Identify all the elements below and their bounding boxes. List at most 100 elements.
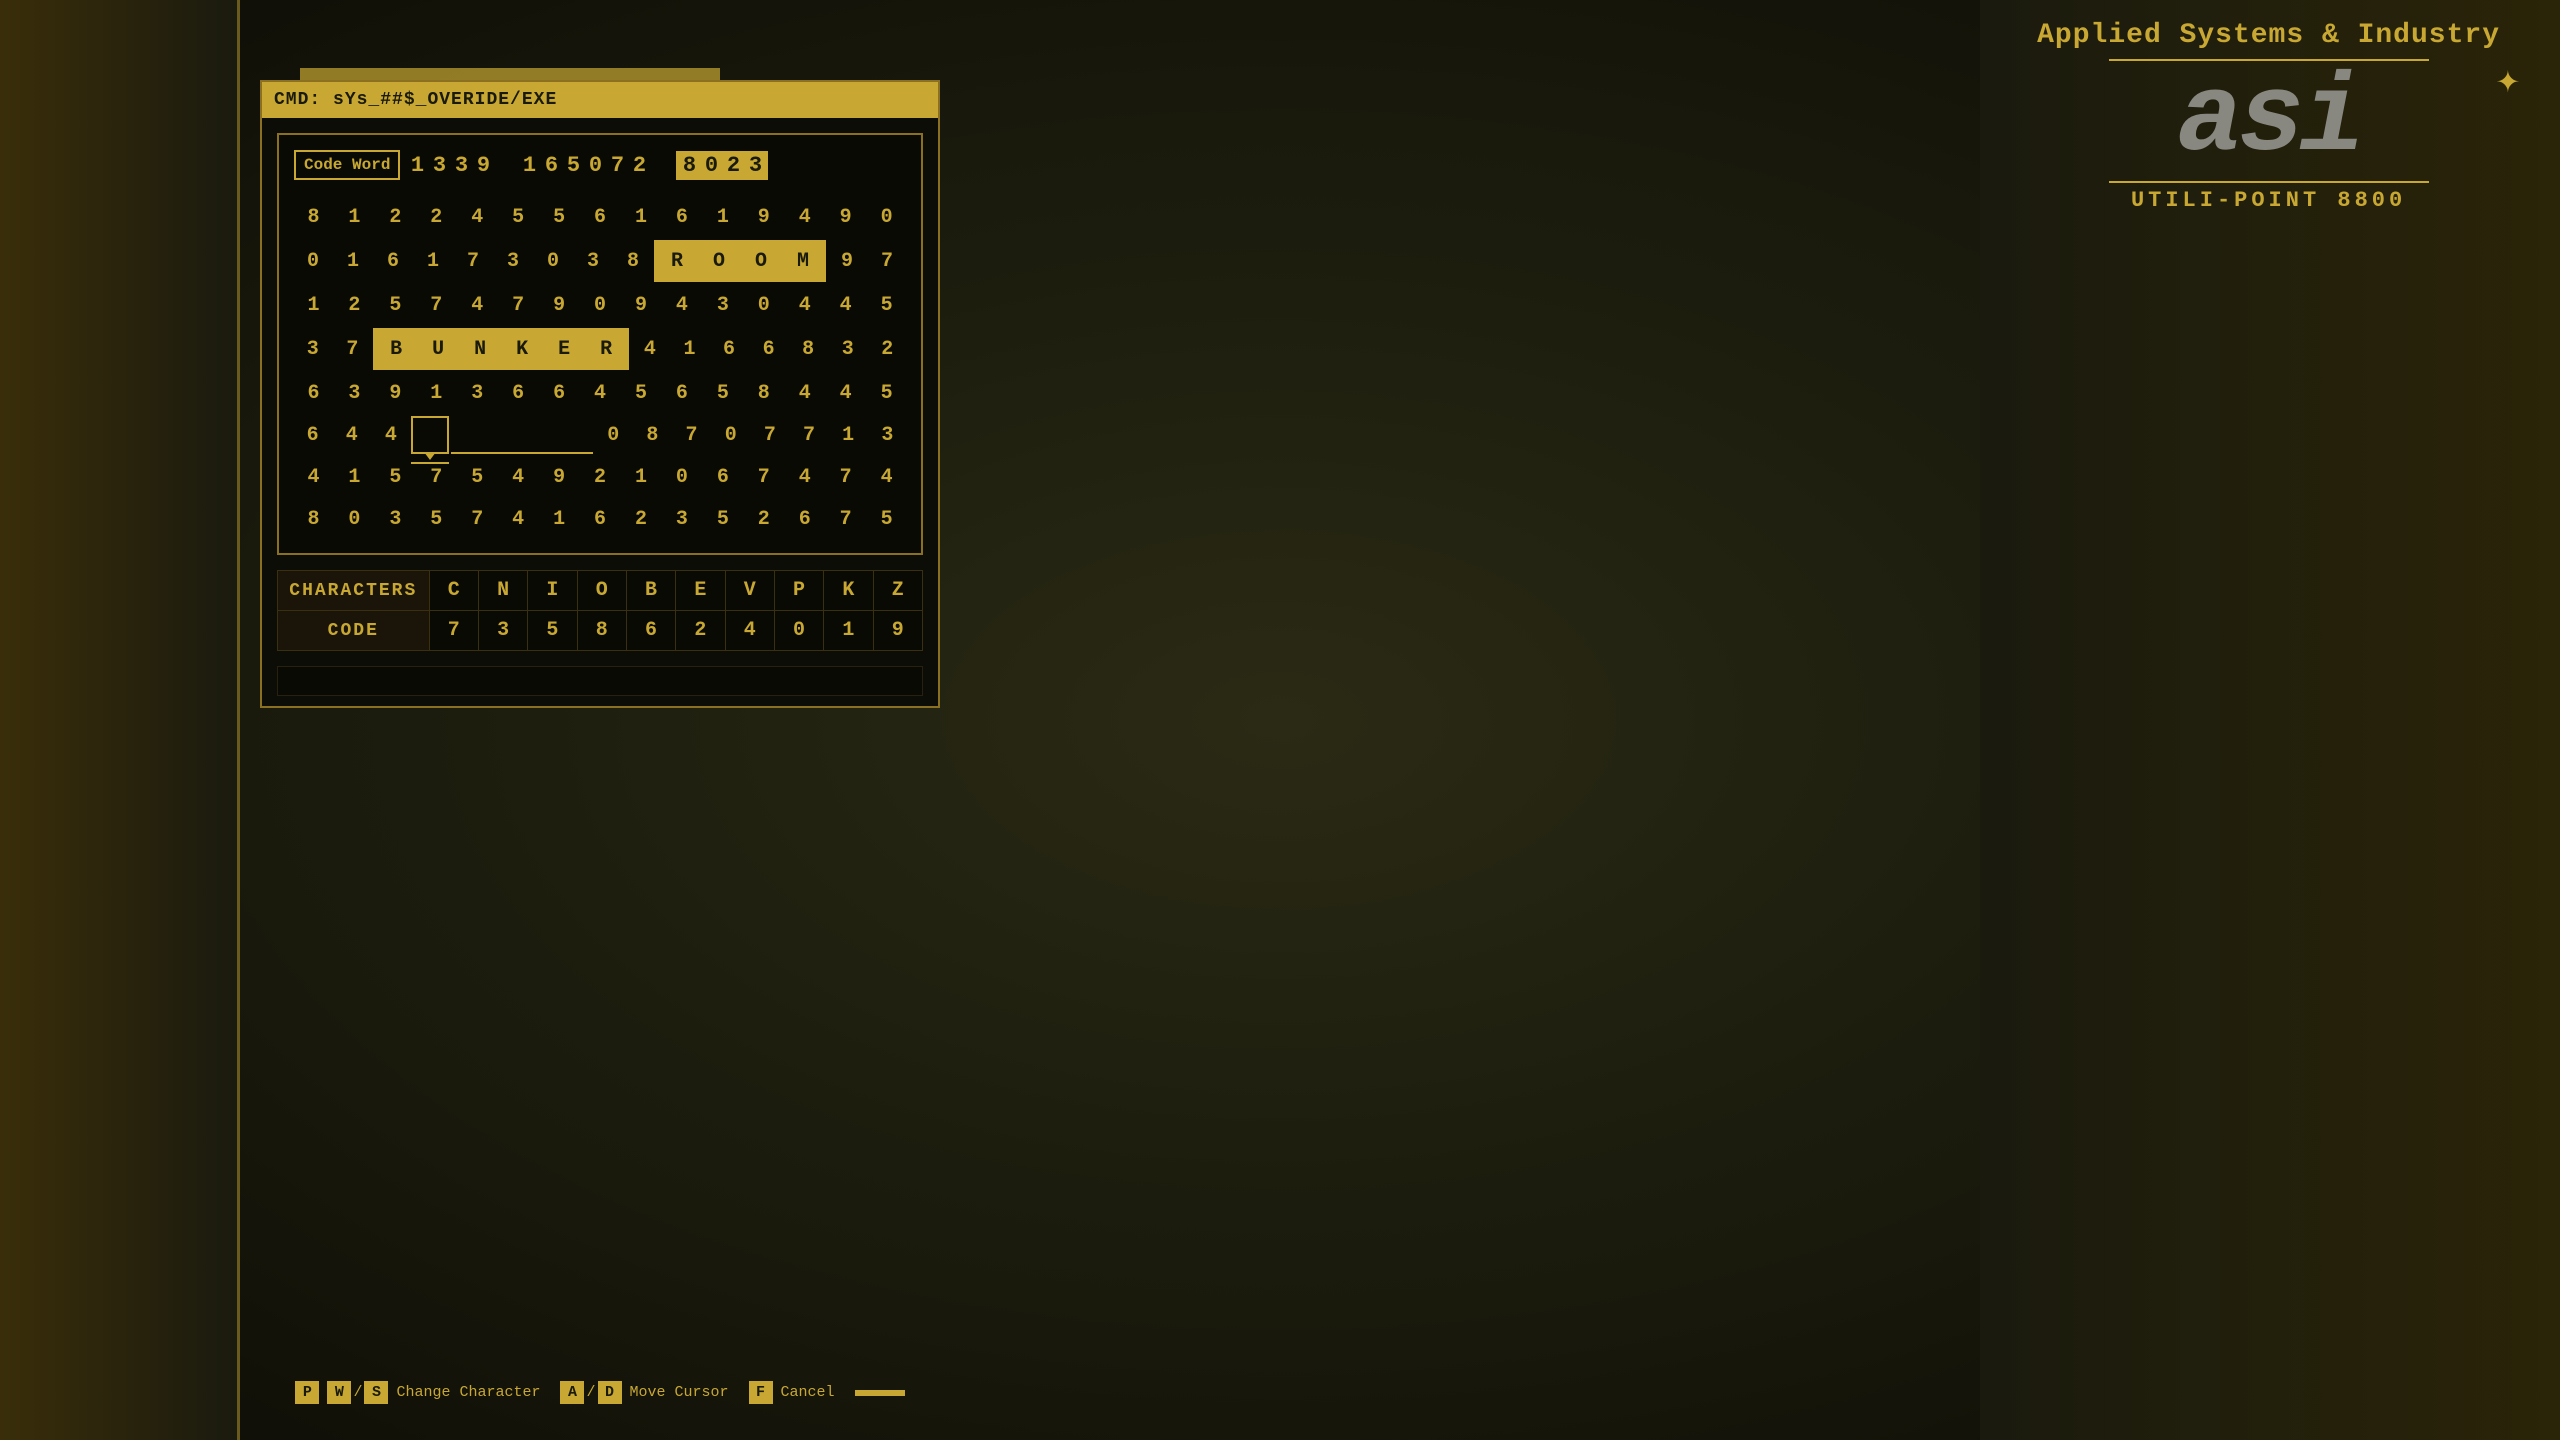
- terminal-bottom-empty: [277, 666, 923, 696]
- cell: 4: [294, 458, 333, 496]
- cell-B: B: [375, 330, 417, 368]
- cell: 5: [458, 458, 497, 496]
- cell: 9: [826, 198, 865, 236]
- cmd-bar: CMD: sYs_##$_OVERIDE/EXE: [262, 82, 938, 118]
- cw-digit: 0: [702, 153, 720, 178]
- char-C: C: [429, 571, 478, 611]
- cell: 1: [414, 242, 452, 280]
- cell: 2: [744, 500, 783, 538]
- cw-digit: 3: [746, 153, 764, 178]
- cell-O2: O: [740, 242, 782, 280]
- cell: 4: [499, 458, 538, 496]
- cell: 6: [703, 458, 742, 496]
- cell: 1: [294, 286, 333, 324]
- cell: 1: [622, 198, 661, 236]
- cell: 1: [334, 242, 372, 280]
- cursor-cell[interactable]: [411, 416, 449, 454]
- cell: 2: [376, 198, 415, 236]
- key-S: S: [364, 1381, 388, 1404]
- cell: 5: [417, 500, 456, 538]
- cell: 1: [417, 374, 456, 412]
- word-room-highlight: R O O M: [654, 240, 826, 282]
- grid-row-5: 6 4 4 0 8 7 0 7 7 1 3: [294, 416, 906, 454]
- cw-digit: 3: [452, 153, 470, 178]
- cell: 7: [499, 286, 538, 324]
- key-group-ws: W / S: [327, 1381, 388, 1404]
- cell: 4: [631, 330, 669, 368]
- char-K: K: [824, 571, 873, 611]
- char-N: N: [478, 571, 527, 611]
- code-7: 7: [429, 611, 478, 651]
- cell: 4: [372, 416, 409, 454]
- bottom-panel: CHARACTERS C N I O B E V P K Z CODE 7 3 …: [277, 570, 923, 651]
- cell: 1: [830, 416, 867, 454]
- char-B: B: [626, 571, 675, 611]
- cw-digit: 7: [608, 153, 626, 178]
- cell: 5: [703, 500, 742, 538]
- cell: 3: [703, 286, 742, 324]
- cell: 8: [789, 330, 827, 368]
- cell: 6: [294, 374, 333, 412]
- cell: [451, 416, 593, 454]
- key-W: W: [327, 1381, 351, 1404]
- cell: 6: [581, 500, 620, 538]
- cell: 6: [662, 374, 701, 412]
- cell: 9: [744, 198, 783, 236]
- cw-digit: 8: [680, 153, 698, 178]
- code-6: 6: [626, 611, 675, 651]
- cell: 2: [869, 330, 907, 368]
- cell: 4: [458, 286, 497, 324]
- cell: 5: [540, 198, 579, 236]
- cell: 1: [703, 198, 742, 236]
- cell: 4: [785, 198, 824, 236]
- code-2: 2: [676, 611, 725, 651]
- cell: 6: [785, 500, 824, 538]
- cell-K: K: [501, 330, 543, 368]
- char-code-table: CHARACTERS C N I O B E V P K Z CODE 7 3 …: [277, 570, 923, 651]
- code-0: 0: [774, 611, 823, 651]
- cell: 7: [826, 500, 865, 538]
- cell: 4: [662, 286, 701, 324]
- cw-digit: 2: [630, 153, 648, 178]
- keyboard-hints: P W / S Change Character A / D Move Curs…: [260, 1375, 940, 1410]
- cell: 9: [376, 374, 415, 412]
- cell: 6: [374, 242, 412, 280]
- cell: 6: [662, 198, 701, 236]
- cell: 3: [829, 330, 867, 368]
- cell: 9: [540, 458, 579, 496]
- cell: 3: [574, 242, 612, 280]
- cell: 4: [826, 286, 865, 324]
- cell-E: E: [543, 330, 585, 368]
- cell: 1: [335, 458, 374, 496]
- cell: 4: [826, 374, 865, 412]
- grid-container: Code Word 1 3 3 9 1 6 5 0 7 2: [277, 133, 923, 555]
- cw-digit: 5: [564, 153, 582, 178]
- cell: 3: [458, 374, 497, 412]
- cell: 8: [294, 198, 333, 236]
- cell: 0: [335, 500, 374, 538]
- code-3: 3: [478, 611, 527, 651]
- table-row-codes: CODE 7 3 5 8 6 2 4 0 1 9: [278, 611, 923, 651]
- cell: 9: [828, 242, 866, 280]
- cell: 0: [744, 286, 783, 324]
- cell: 3: [335, 374, 374, 412]
- cell: 4: [333, 416, 370, 454]
- cell: 7: [417, 286, 456, 324]
- cell: 8: [634, 416, 671, 454]
- cell: 4: [499, 500, 538, 538]
- cell: 0: [294, 242, 332, 280]
- char-P: P: [774, 571, 823, 611]
- cell-U: U: [417, 330, 459, 368]
- grid-row-1: 0 1 6 1 7 3 0 3 8 R O O M 9 7: [294, 240, 906, 282]
- cell: 6: [750, 330, 788, 368]
- desc-change-char: Change Character: [396, 1384, 540, 1401]
- cell: 0: [712, 416, 749, 454]
- terminal-window: CMD: sYs_##$_OVERIDE/EXE Code Word 1 3 3…: [260, 80, 940, 708]
- word-bunker-highlight: B U N K E R: [373, 328, 629, 370]
- key-A: A: [560, 1381, 584, 1404]
- left-decorative-edge: [0, 0, 240, 1440]
- asi-text: asi: [2177, 66, 2360, 176]
- code-1: 1: [824, 611, 873, 651]
- codeword-values: 1 3 3 9 1 6 5 0 7 2 8 0 2: [408, 151, 906, 180]
- cell: 3: [294, 330, 332, 368]
